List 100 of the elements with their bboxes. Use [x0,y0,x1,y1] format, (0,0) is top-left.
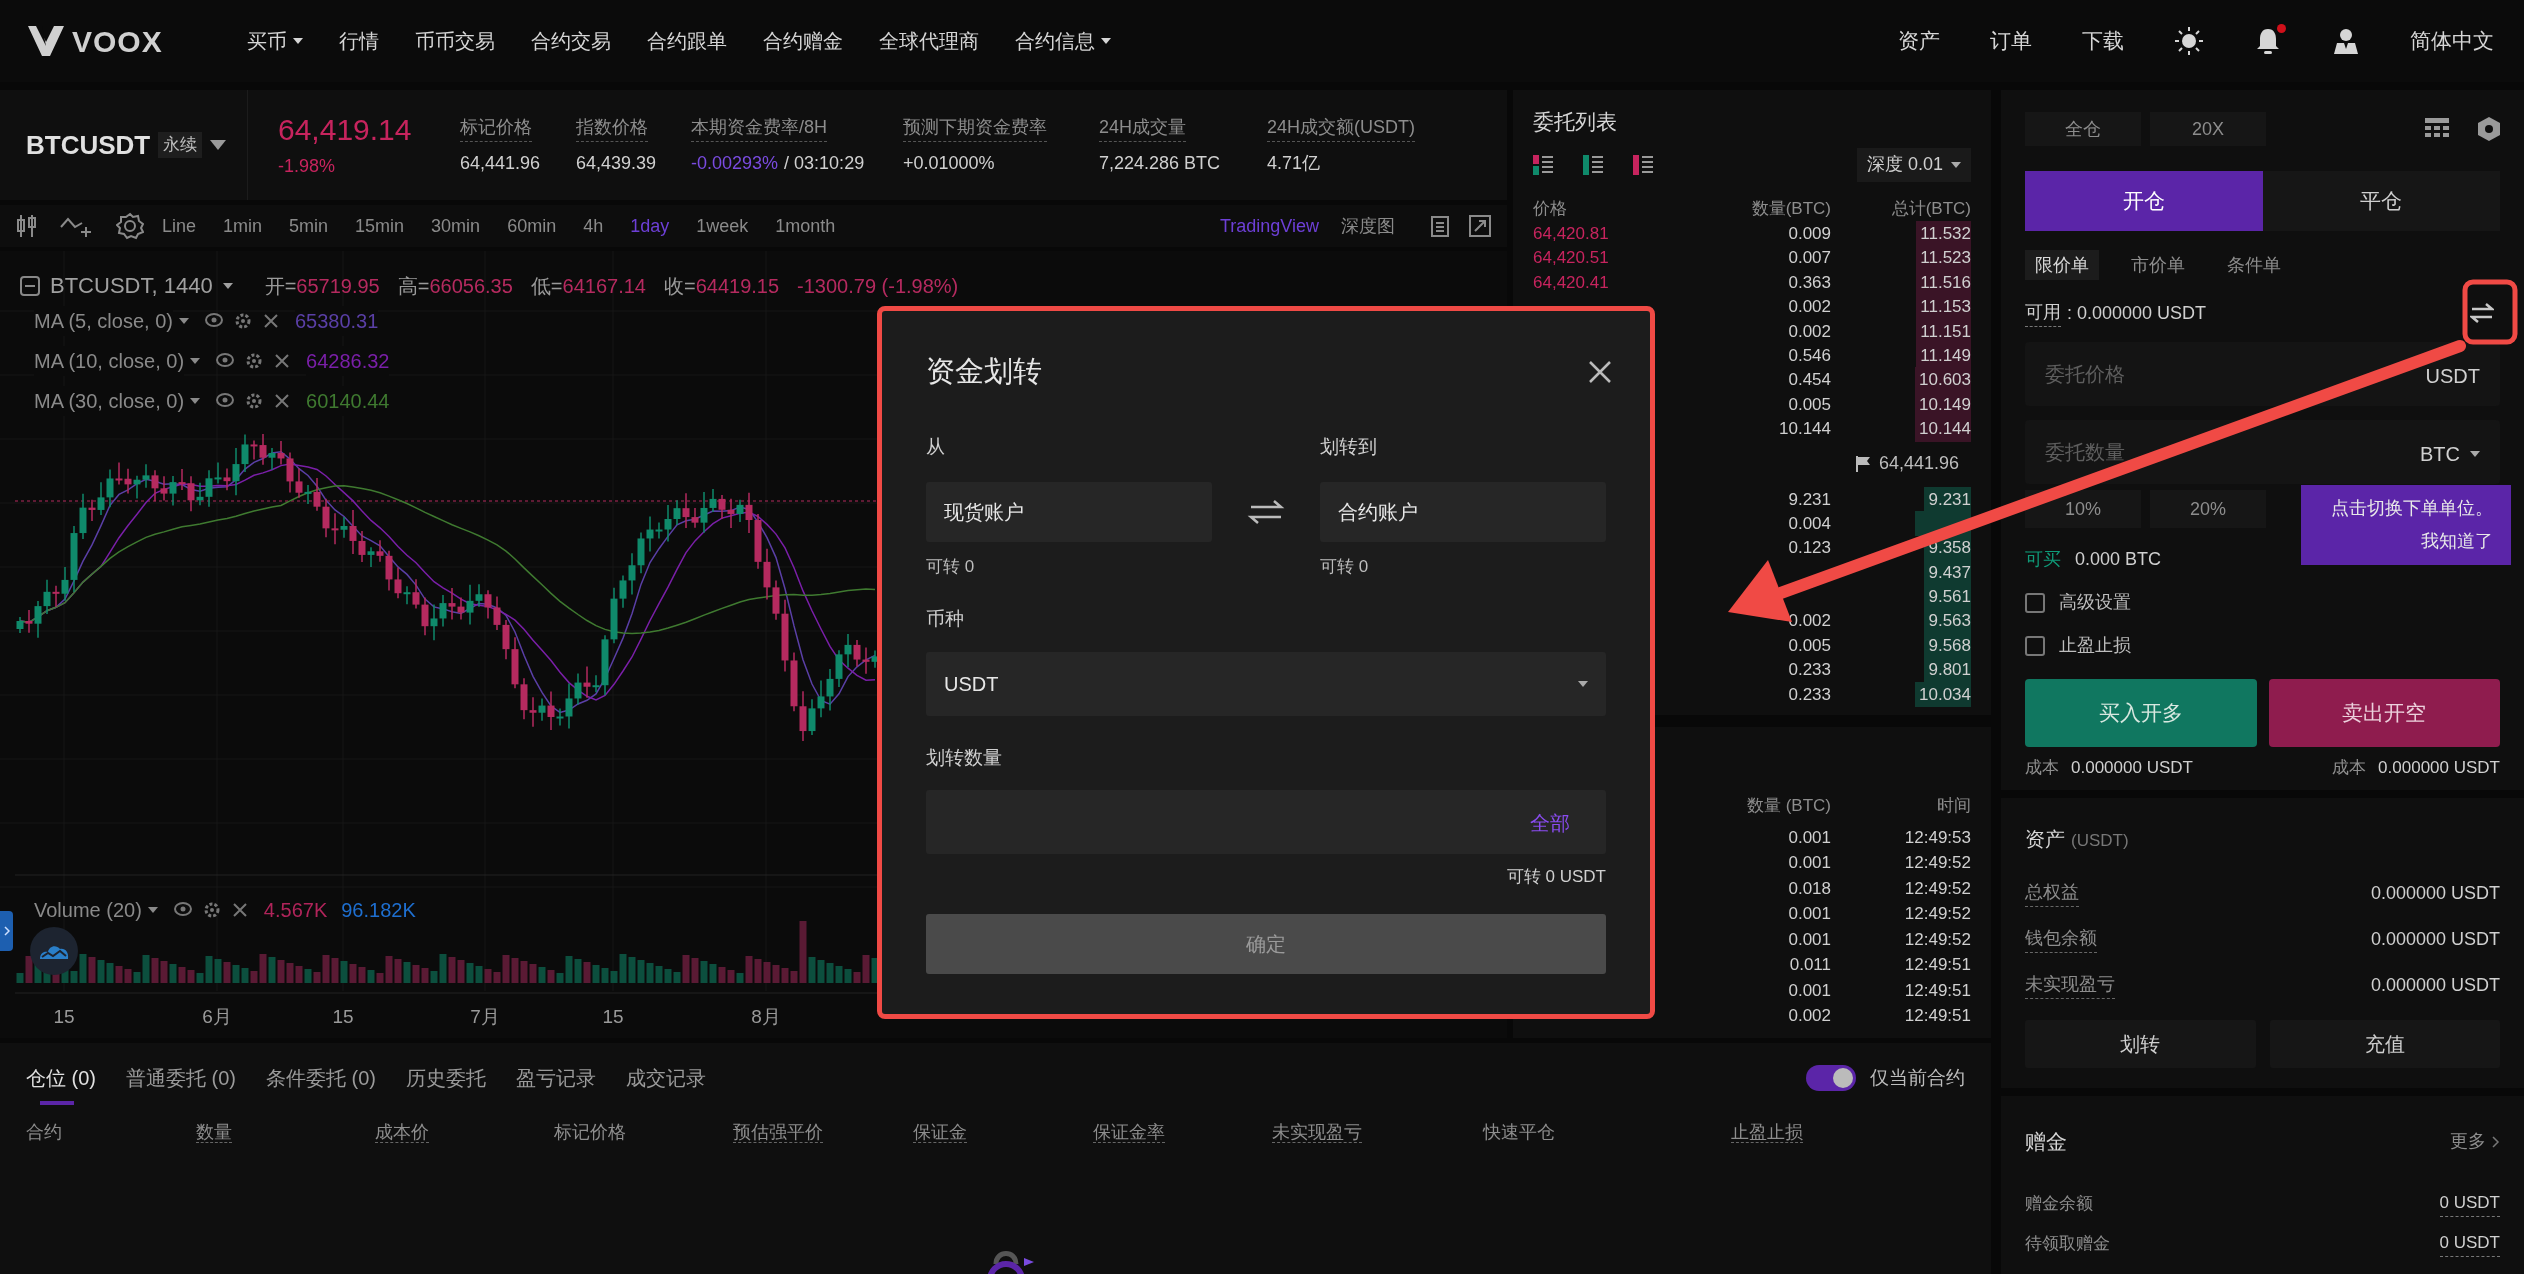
interval-tab[interactable]: 1min [223,212,263,240]
price-change: -1.98% [278,154,337,178]
positions-tab[interactable]: 普通委托 (0) [126,1043,236,1113]
more-link[interactable]: 更多 [2450,1128,2500,1156]
action-button[interactable]: 充值 [2269,1020,2500,1068]
column-header: 预估强平价 [733,1122,823,1143]
order-type-tab[interactable]: 限价单 [2025,250,2099,280]
nav-link[interactable]: 买币 [246,26,303,56]
stat-value: 7,224.286 BTC [1099,151,1221,175]
order-total: 10.144 [1915,416,1971,442]
language-selector[interactable]: 简体中文 [2410,25,2494,57]
checkbox-label: 高级设置 [2059,591,2131,614]
action-button[interactable]: 划转 [2025,1020,2256,1068]
interval-tab[interactable]: 1month [775,212,836,240]
margin-mode-button[interactable]: 全仓 [2025,112,2141,146]
interval-tab[interactable]: 5min [289,212,329,240]
transferable-note: 可转 0 [926,555,976,578]
field-label: 划转数量 [926,745,1003,770]
order-price[interactable]: 64,420.41 [1533,269,1691,296]
positions-tab[interactable]: 仓位 (0) [26,1043,96,1113]
order-total: 10.149 [1915,391,1971,418]
nav-link[interactable]: 合约赠金 [762,26,843,56]
order-quantity: 0.123 [1787,537,1831,560]
asset-value: 0.000000 USDT [2370,881,2500,905]
account-select[interactable]: 现货账户 [926,481,1212,542]
order-quantity: 0.233 [1787,683,1831,706]
axis-label: 15 [332,1005,354,1029]
order-price[interactable]: 64,420.51 [1533,245,1691,271]
trade-quantity: 0.001 [1788,979,1831,1002]
sell-short-button[interactable]: 卖出开空 [2268,679,2500,747]
column-header: 数量(BTC) [1750,197,1831,220]
ohlc-value: 低=64167.14 [530,273,646,299]
nav-link[interactable]: 全球代理商 [878,26,979,56]
order-total: 9.801 [1924,657,1971,683]
order-total: 11.516 [1916,269,1971,296]
field-label: 划转到 [1320,435,1378,459]
chart-view-tab[interactable]: 深度图 [1341,212,1395,240]
cost-value: 0.000000 USDT [2071,757,2193,779]
section-title: 赠金 [2025,1129,2067,1155]
asset-label: 钱包余额 [2025,925,2097,953]
nav-link[interactable]: 下载 [2082,25,2124,57]
cost-label: 成本 [2332,757,2367,779]
can-buy-value: 0.000 BTC [2075,548,2162,571]
leverage-button[interactable]: 20X [2150,112,2266,146]
depth-dropdown[interactable]: 深度 0.01 [1856,147,1971,182]
available-label: 可用 [2025,299,2061,327]
column-header: 数量 [196,1122,232,1143]
column-header: 保证金率 [1093,1122,1165,1143]
positions-tab[interactable]: 历史委托 [406,1043,486,1113]
field-label: 币种 [926,607,965,631]
symbol-name: BTCUSDT [26,128,151,162]
order-type-tab[interactable]: 市价单 [2121,250,2195,280]
stat-label: 标记价格 [460,113,532,142]
nav-link[interactable]: 币币交易 [414,26,495,56]
percent-button[interactable]: 20% [2150,490,2266,528]
order-total: 11.149 [1916,342,1971,369]
nav-link[interactable]: 合约跟单 [646,26,727,56]
column-header: 保证金 [913,1122,967,1143]
trade-quantity: 0.001 [1788,928,1831,951]
buy-long-button[interactable]: 买入开多 [2025,679,2257,747]
interval-tab[interactable]: 30min [431,212,481,240]
positions-tab[interactable]: 条件委托 (0) [266,1043,376,1113]
positions-tab[interactable]: 成交记录 [626,1043,706,1113]
nav-link[interactable]: 行情 [338,26,379,56]
order-price[interactable]: 64,420.81 [1533,221,1691,247]
section-title: 资产 [2025,827,2065,852]
interval-tab[interactable]: 60min [507,212,557,240]
mark-price: 64,441.96 [1878,452,1959,475]
order-total: 9.561 [1924,584,1971,610]
order-quantity: 0.546 [1787,344,1831,367]
interval-tab[interactable]: 4h [583,212,604,240]
interval-tab[interactable]: 1week [696,212,749,240]
coin-select[interactable]: USDT [926,651,1606,716]
order-total: 9.568 [1924,632,1971,659]
bonus-value: 0 USDT [2439,1190,2500,1217]
stat-value: 64,439.39 [576,151,657,175]
last-price: 64,419.14 [278,111,413,148]
position-side-tab[interactable]: 开仓 [2025,171,2263,231]
axis-label: 7月 [470,1005,500,1029]
cost-value: 0.000000 USDT [2378,757,2500,779]
account-select[interactable]: 合约账户 [1320,481,1606,542]
unit-label: BTC [2420,442,2460,467]
column-header: 标记价格 [554,1122,626,1142]
contract-tag: 永续 [158,132,203,158]
ohlc-value: 收=64419.15 [663,273,780,299]
can-buy-label: 可买 [2025,548,2061,571]
asset-label: 未实现盈亏 [2025,971,2115,999]
tooltip-dismiss-link[interactable]: 我知道了 [2421,528,2493,555]
positions-tab[interactable]: 盈亏记录 [516,1043,596,1113]
nav-link[interactable]: 订单 [1990,25,2032,57]
chart-style-button[interactable]: Line [162,212,197,240]
interval-tab[interactable]: 15min [355,212,405,240]
order-type-tab[interactable]: 条件单 [2217,250,2291,280]
nav-link[interactable]: 合约信息 [1014,26,1111,56]
nav-link[interactable]: 合约交易 [530,26,611,56]
order-quantity: 0.002 [1787,610,1831,633]
toggle-label: 仅当前合约 [1870,1065,1965,1090]
nav-link[interactable]: 资产 [1898,25,1940,57]
position-side-tab[interactable]: 平仓 [2262,171,2500,231]
change-value: -1300.79 (-1.98%) [797,273,959,299]
